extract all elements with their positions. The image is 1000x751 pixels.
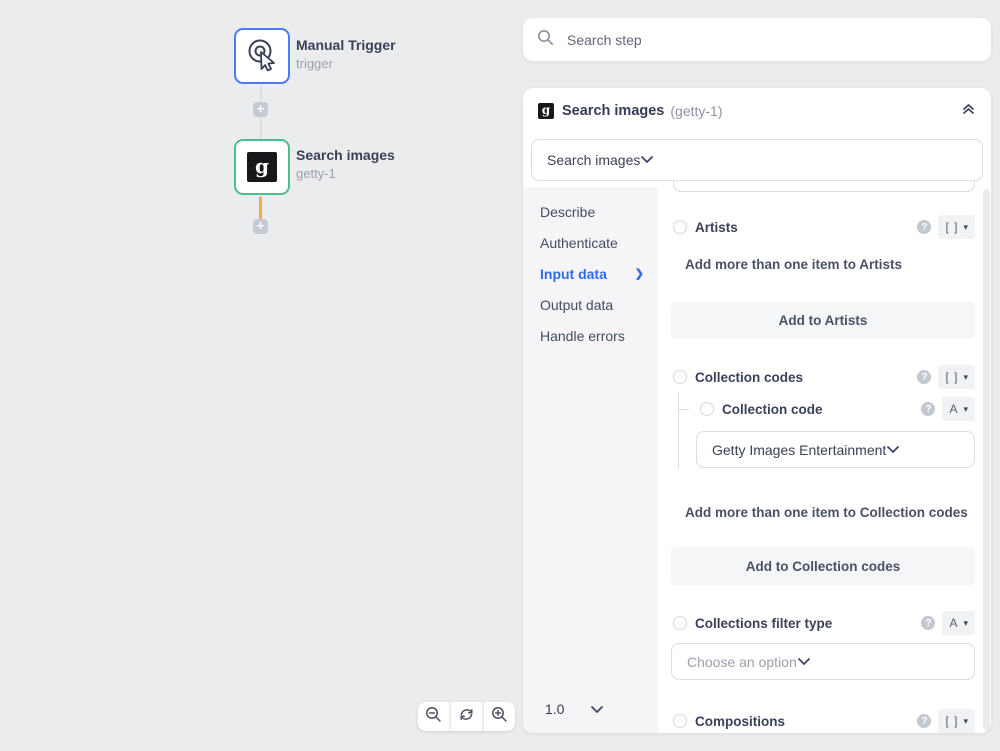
field-collection-code: Collection code A: [700, 397, 975, 421]
canvas-zoom-toolbar: [418, 702, 515, 731]
node-subtitle: trigger: [296, 56, 396, 71]
node-label-search-images: Search images getty-1: [296, 147, 395, 181]
field-collections-filter-type: Collections filter type A: [673, 611, 975, 635]
add-to-collection-codes-button[interactable]: Add to Collection codes: [671, 547, 975, 585]
radio-compositions[interactable]: [673, 714, 687, 728]
type-selector-collection-code[interactable]: A: [942, 397, 975, 421]
version-label: 1.0: [545, 701, 564, 717]
radio-collection-code[interactable]: [700, 402, 714, 416]
zoom-out-icon: [425, 706, 442, 728]
nesting-guide-tick: [678, 409, 689, 410]
tab-handle-errors[interactable]: Handle errors: [523, 321, 658, 352]
panel-tabs-sidebar: Describe Authenticate Input data Output …: [523, 187, 658, 733]
panel-body: Describe Authenticate Input data Output …: [523, 187, 991, 733]
field-hint: Add more than one item to Collection cod…: [685, 505, 968, 520]
chevron-right-icon: [635, 259, 644, 290]
cutoff-field: [673, 181, 975, 192]
panel-step-tag: (getty-1): [670, 103, 722, 119]
zoom-in-button[interactable]: [484, 702, 515, 731]
step-config-panel: g Search images (getty-1) Search images: [523, 88, 991, 733]
chevron-down-icon: [886, 441, 900, 459]
help-icon[interactable]: [917, 370, 931, 384]
field-hint: Add more than one item to Artists: [685, 257, 902, 272]
getty-icon: g: [538, 103, 554, 119]
caret-down-icon: [963, 222, 968, 233]
connector-line-active: [259, 197, 262, 219]
panel-header: g Search images (getty-1): [523, 88, 991, 133]
collections-filter-type-select[interactable]: Choose an option: [671, 643, 975, 680]
type-selector-compositions[interactable]: [ ]: [938, 709, 975, 733]
node-label-manual-trigger: Manual Trigger trigger: [296, 37, 396, 71]
manual-trigger-icon: [244, 36, 280, 77]
node-title: Manual Trigger: [296, 37, 396, 53]
nesting-guide-line: [678, 392, 679, 468]
tab-input-data[interactable]: Input data: [523, 259, 658, 290]
zoom-out-button[interactable]: [418, 702, 449, 731]
step-search-bar: [523, 18, 991, 61]
radio-collections-filter-type[interactable]: [673, 616, 687, 630]
radio-artists[interactable]: [673, 220, 687, 234]
chevron-down-icon: [797, 653, 811, 671]
caret-down-icon: [963, 716, 968, 727]
reset-zoom-button[interactable]: [451, 702, 482, 731]
action-select[interactable]: Search images: [531, 139, 983, 181]
input-data-content: Artists [ ] Add more than one item to Ar…: [658, 187, 991, 733]
add-step-button[interactable]: [253, 219, 268, 234]
type-selector-artists[interactable]: [ ]: [938, 215, 975, 239]
getty-icon: g: [247, 152, 277, 182]
panel-title: Search images: [562, 103, 664, 119]
workflow-editor: Manual Trigger trigger g Search images g…: [0, 0, 1000, 751]
search-step-input[interactable]: [567, 32, 977, 48]
node-subtitle: getty-1: [296, 166, 395, 181]
field-artists: Artists [ ]: [673, 215, 975, 239]
caret-down-icon: [963, 618, 968, 629]
help-icon[interactable]: [917, 714, 931, 728]
add-to-artists-button[interactable]: Add to Artists: [671, 302, 975, 339]
field-collection-codes: Collection codes [ ]: [673, 365, 975, 389]
chevron-down-icon: [590, 705, 604, 714]
zoom-in-icon: [491, 706, 508, 728]
tab-describe[interactable]: Describe: [523, 197, 658, 228]
scrollbar[interactable]: [983, 189, 990, 731]
collapse-panel-button[interactable]: [961, 101, 976, 121]
help-icon[interactable]: [921, 616, 935, 630]
caret-down-icon: [963, 404, 968, 415]
tab-output-data[interactable]: Output data: [523, 290, 658, 321]
add-step-button[interactable]: [253, 102, 268, 117]
help-icon[interactable]: [917, 220, 931, 234]
chevron-down-icon: [640, 151, 654, 169]
tab-authenticate[interactable]: Authenticate: [523, 228, 658, 259]
node-search-images[interactable]: g: [234, 139, 290, 195]
node-manual-trigger[interactable]: [234, 28, 290, 84]
node-title: Search images: [296, 147, 395, 163]
type-selector-collections-filter-type[interactable]: A: [942, 611, 975, 635]
reset-zoom-icon: [458, 706, 475, 728]
field-compositions: Compositions [ ]: [673, 709, 975, 733]
double-chevron-up-icon: [961, 101, 976, 121]
version-selector[interactable]: 1.0: [523, 701, 658, 717]
help-icon[interactable]: [921, 402, 935, 416]
type-selector-collection-codes[interactable]: [ ]: [938, 365, 975, 389]
caret-down-icon: [963, 372, 968, 383]
collection-code-select[interactable]: Getty Images Entertainment: [696, 431, 975, 468]
search-icon: [537, 29, 554, 51]
radio-collection-codes[interactable]: [673, 370, 687, 384]
